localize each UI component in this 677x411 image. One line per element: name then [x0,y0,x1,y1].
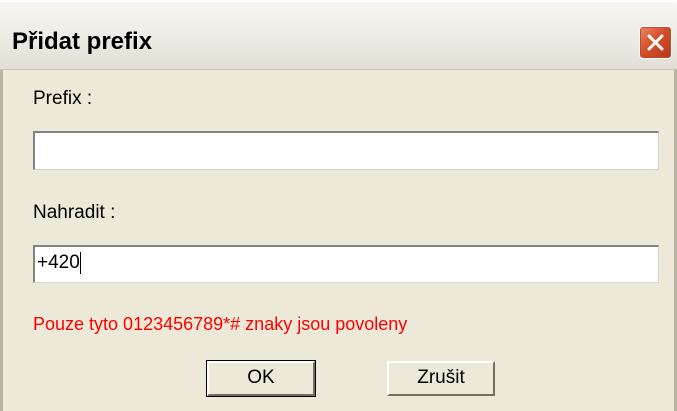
title-bar[interactable]: Přidat prefix [0,0,677,70]
prefix-input[interactable] [33,131,659,170]
replace-input-value: +420 [37,252,80,273]
replace-input-content: +420 [37,251,81,275]
replace-label: Nahradit : [33,202,116,223]
replace-input[interactable]: +420 [33,245,659,283]
close-icon [647,34,664,51]
text-caret [79,251,81,274]
dialog-title: Přidat prefix [12,28,153,55]
prefix-label: Prefix : [33,88,93,109]
ok-button[interactable]: OK [206,360,316,397]
cancel-button[interactable]: Zrušit [387,361,495,396]
validation-message: Pouze tyto 0123456789*# znaky jsou povol… [33,314,408,334]
add-prefix-dialog: Přidat prefix Prefix : Nahradit : +420 P… [0,0,677,411]
close-button[interactable] [639,26,672,59]
